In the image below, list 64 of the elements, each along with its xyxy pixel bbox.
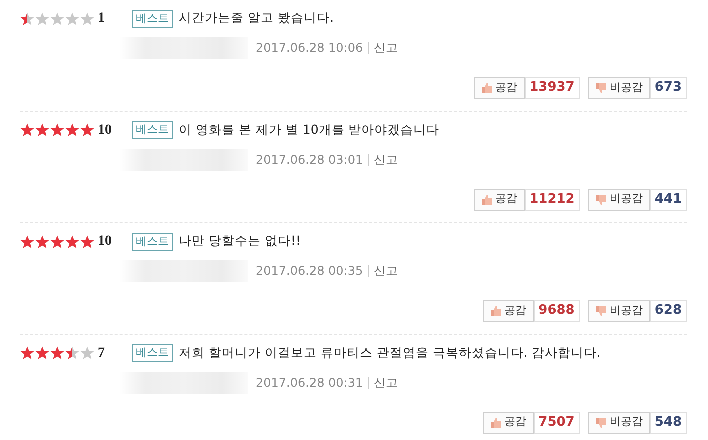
review-text: 저희 할머니가 이걸보고 류마티스 관절염을 극복하셨습니다. 감사합니다. [179,344,601,362]
star-icon [20,123,35,137]
like-count: 9688 [534,300,580,322]
best-tag: 베스트 [132,10,173,28]
best-tag: 베스트 [132,344,173,362]
review-date: 2017.06.28 10:06 [256,40,364,57]
star-icon [20,12,35,26]
thumbs-up-icon [490,305,502,317]
review-text: 나만 당할수는 없다!! [179,232,301,250]
star-icon [50,346,65,360]
report-link[interactable]: 신고 [374,262,398,280]
thumbs-down-icon [594,416,607,428]
star-icon [35,234,50,248]
dislike-button[interactable]: 비공감 [588,300,650,322]
star-icon [65,12,80,26]
like-count: 7507 [534,412,580,434]
report-link[interactable]: 신고 [374,39,398,57]
dislike-count: 441 [650,188,687,210]
review-date: 2017.06.28 00:35 [256,263,364,280]
thumbs-down-icon [594,305,607,317]
thumbs-up-icon [490,416,502,428]
thumbs-up-icon [480,82,493,94]
like-button[interactable]: 공감 [482,300,534,322]
thumbs-down-icon [594,194,607,206]
star-icon [80,234,95,248]
like-button[interactable]: 공감 [474,77,525,99]
best-tag: 베스트 [132,121,173,139]
dislike-count: 628 [650,300,687,322]
review-date: 2017.06.28 03:01 [256,152,364,168]
like-count: 13937 [524,77,580,99]
star-icon [80,12,95,26]
star-icon [35,123,50,137]
review-date: 2017.06.28 00:31 [256,374,364,392]
star-icon [50,234,65,248]
thumbs-down-icon [594,82,607,94]
rating-score: 10 [98,233,113,251]
dislike-button[interactable]: 비공감 [588,412,650,434]
star-icon [80,123,95,137]
star-icon [35,12,50,26]
dislike-button[interactable]: 비공감 [588,77,650,99]
star-icon [20,234,35,248]
best-tag: 베스트 [132,232,173,250]
star-icon [35,346,50,360]
thumbs-up-icon [480,194,493,206]
report-link[interactable]: 신고 [374,150,398,168]
like-button[interactable]: 공감 [482,412,534,434]
review-text: 시간가는줄 알고 봤습니다. [179,9,334,28]
dislike-button[interactable]: 비공감 [588,188,650,210]
dislike-count: 673 [650,77,687,99]
star-icon [65,346,80,360]
star-icon [80,346,95,360]
rating-score: 7 [98,344,106,362]
star-icon [65,234,80,248]
like-count: 11212 [524,188,580,210]
dislike-count: 548 [650,412,687,434]
star-icon [20,346,35,360]
rating-score: 10 [98,122,113,140]
star-icon [65,123,80,137]
review-text: 이 영화를 본 제가 별 10개를 받아야겠습니다 [179,120,440,139]
like-button[interactable]: 공감 [474,188,525,210]
rating-score: 1 [98,10,106,28]
star-icon [50,123,65,137]
star-icon [50,12,65,26]
report-link[interactable]: 신고 [374,374,398,392]
